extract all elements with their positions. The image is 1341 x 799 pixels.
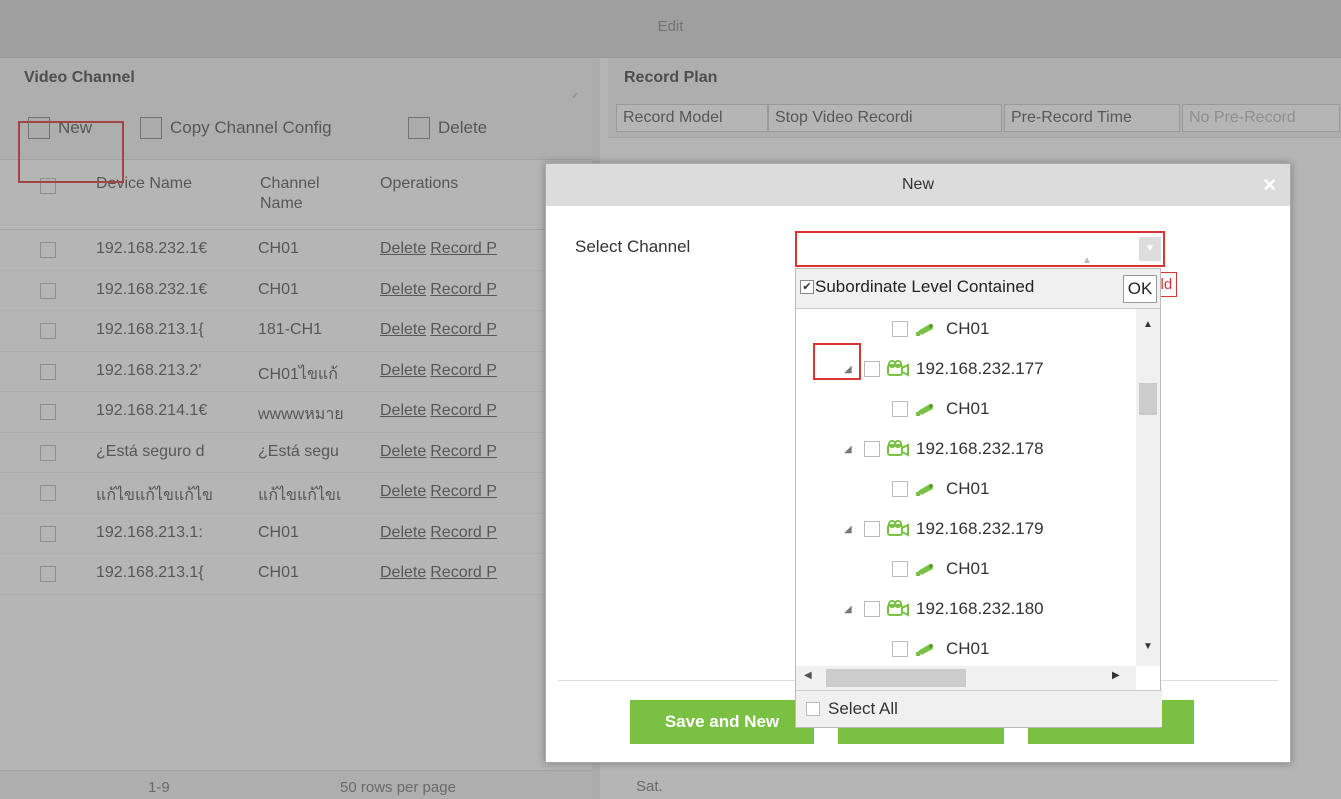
channel-tree-dropdown: ✔ Subordinate Level Contained OK CH01 ◢ 19… [795,268,1162,728]
tree-node-label: CH01 [946,319,990,338]
dialog-title: New [901,176,934,193]
tree-node-label: 192.168.232.178 [916,439,1044,458]
tree-node-device[interactable]: ◢ 192.168.232.179 [844,515,1044,543]
scroll-thumb-vertical[interactable] [1139,383,1157,415]
tree-node-label: CH01 [946,479,990,498]
dropdown-bottom-bar: Select All [796,690,1162,727]
tree-node-device[interactable]: ◢ 192.168.232.177 [844,355,1044,383]
dialog-header: New × [546,164,1290,206]
select-all-label: Select All [828,699,898,718]
scroll-down-icon[interactable]: ▼ [1143,641,1153,652]
expand-triangle-icon[interactable]: ◢ [844,604,858,615]
tree-node-device[interactable]: ◢ 192.168.232.180 [844,595,1044,623]
tree-node-label: 192.168.232.177 [916,359,1044,378]
camera-icon [914,561,936,577]
expand-triangle-icon[interactable]: ◢ [844,524,858,535]
tree-node-checkbox[interactable] [864,601,880,617]
subordinate-level-label: Subordinate Level Contained [815,277,1035,296]
tree-node-channel[interactable]: CH01 [892,475,989,503]
tree-node-label: CH01 [946,559,990,578]
device-icon [886,600,910,618]
tree-node-label: 192.168.232.180 [916,599,1044,618]
tree-node-label: CH01 [946,399,990,418]
tree-vertical-scrollbar[interactable]: ▲ ▼ [1136,309,1160,666]
camera-icon [914,321,936,337]
device-icon [886,360,910,378]
device-icon [886,440,910,458]
select-channel-label: Select Channel [575,237,691,256]
tree-node-checkbox[interactable] [892,481,908,497]
scroll-right-icon[interactable]: ▶ [1112,670,1120,681]
save-and-new-button[interactable]: Save and New [630,700,814,744]
chevron-down-icon[interactable]: ▼ [1139,237,1161,261]
expand-triangle-icon[interactable]: ◢ [844,444,858,455]
close-icon[interactable]: × [1263,164,1276,206]
tree-node-device[interactable]: ◢ 192.168.232.178 [844,435,1044,463]
scroll-left-icon[interactable]: ◀ [804,670,812,681]
camera-icon [914,641,936,657]
tree-node-label: CH01 [946,639,990,658]
tree-node-checkbox[interactable] [864,521,880,537]
select-all-checkbox[interactable] [806,702,820,716]
tree-node-checkbox[interactable] [892,401,908,417]
tree-node-channel[interactable]: CH01 [892,315,989,343]
scroll-thumb-horizontal[interactable] [826,669,966,687]
tree-node-checkbox[interactable] [864,441,880,457]
tree-node-channel[interactable]: CH01 [892,635,989,663]
tree-node-checkbox[interactable] [892,561,908,577]
subordinate-level-checkbox[interactable]: ✔ [800,280,814,294]
chevron-up-icon: ▲ [1082,255,1092,266]
device-icon [886,520,910,538]
tree-node-channel[interactable]: CH01 [892,555,989,583]
tree-node-label: 192.168.232.179 [916,519,1044,538]
camera-icon [914,481,936,497]
dropdown-ok-button[interactable]: OK [1123,275,1157,303]
scroll-up-icon[interactable]: ▲ [1143,319,1153,330]
dropdown-top-bar: ✔ Subordinate Level Contained OK [796,269,1160,309]
tree-horizontal-scrollbar[interactable]: ◀ ▶ [796,666,1136,690]
camera-icon [914,401,936,417]
tree-node-channel[interactable]: CH01 [892,395,989,423]
tree-node-checkbox[interactable] [864,361,880,377]
tree-checkbox-highlight [813,343,861,380]
tree-node-checkbox[interactable] [892,321,908,337]
select-channel-combo[interactable]: ▲ ▼ [795,231,1165,267]
tree-node-checkbox[interactable] [892,641,908,657]
